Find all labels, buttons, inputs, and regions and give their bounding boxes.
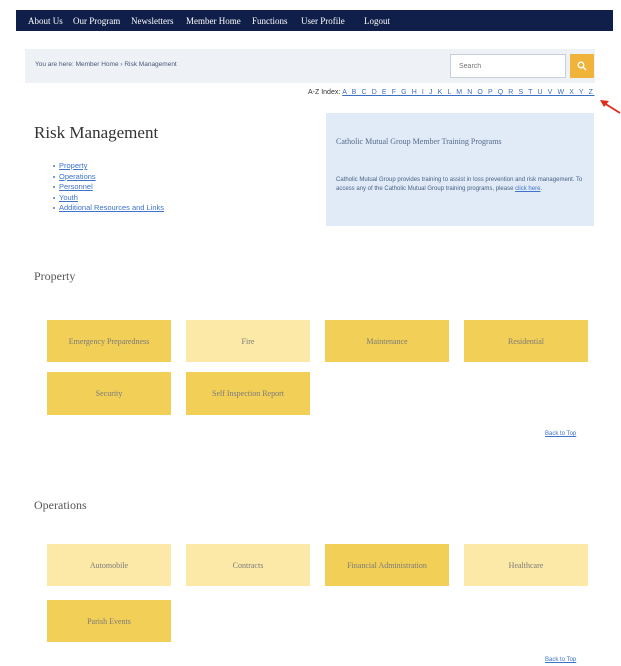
tile-security[interactable]: Security <box>47 372 171 415</box>
section-title-operations: Operations <box>34 498 87 512</box>
nav-about-us[interactable]: About Us <box>28 16 63 26</box>
promo-body: Catholic Mutual Group provides training … <box>336 177 583 192</box>
tile-fire[interactable]: Fire <box>186 320 310 362</box>
toc-link-operations[interactable]: Operations <box>52 172 164 183</box>
promo-text: Catholic Mutual Group provides training … <box>336 177 583 192</box>
nav-user-profile[interactable]: User Profile <box>301 16 345 26</box>
nav-newsletters[interactable]: Newsletters <box>131 16 174 26</box>
toc-link-additional-resources[interactable]: Additional Resources and Links <box>52 203 164 214</box>
tile-automobile[interactable]: Automobile <box>47 544 171 586</box>
breadcrumb: You are here: Member Home › Risk Managem… <box>35 61 177 68</box>
back-to-top-link[interactable]: Back to Top <box>545 657 576 663</box>
toc-link-youth[interactable]: Youth <box>52 193 164 204</box>
search-button[interactable] <box>570 54 594 78</box>
search-icon <box>577 61 587 71</box>
tile-parish-events[interactable]: Parish Events <box>47 600 171 642</box>
tile-residential[interactable]: Residential <box>464 320 588 362</box>
nav-functions[interactable]: Functions <box>252 16 288 26</box>
az-index-letters[interactable]: A B C D E F G H I J K L M N O P Q R S T … <box>342 89 594 96</box>
tile-self-inspection-report[interactable]: Self Inspection Report <box>186 372 310 415</box>
promo-title: Catholic Mutual Group Member Training Pr… <box>336 137 502 146</box>
top-nav-bar: About Us Our Program Newsletters Member … <box>16 10 613 31</box>
tile-maintenance[interactable]: Maintenance <box>325 320 449 362</box>
nav-logout[interactable]: Logout <box>364 16 390 26</box>
breadcrumb-bar: You are here: Member Home › Risk Managem… <box>25 49 595 83</box>
table-of-contents: Property Operations Personnel Youth Addi… <box>52 161 164 214</box>
search-field[interactable] <box>450 54 566 78</box>
nav-our-program[interactable]: Our Program <box>73 16 120 26</box>
training-programs-box: Catholic Mutual Group Member Training Pr… <box>326 113 594 226</box>
tile-healthcare[interactable]: Healthcare <box>464 544 588 586</box>
az-index: A-Z Index: A B C D E F G H I J K L M N O… <box>308 89 594 96</box>
toc-link-property[interactable]: Property <box>52 161 164 172</box>
tile-financial-administration[interactable]: Financial Administration <box>325 544 449 586</box>
tile-emergency-preparedness[interactable]: Emergency Preparedness <box>47 320 171 362</box>
search-input[interactable] <box>451 55 565 78</box>
nav-member-home[interactable]: Member Home <box>186 16 241 26</box>
az-index-label: A-Z Index: <box>308 89 341 96</box>
back-to-top-link[interactable]: Back to Top <box>545 431 576 437</box>
tile-contracts[interactable]: Contracts <box>186 544 310 586</box>
page-title: Risk Management <box>34 123 159 142</box>
toc-link-personnel[interactable]: Personnel <box>52 182 164 193</box>
red-arrow-icon <box>600 100 621 114</box>
section-title-property: Property <box>34 269 76 283</box>
click-here-link[interactable]: click here <box>515 186 540 192</box>
